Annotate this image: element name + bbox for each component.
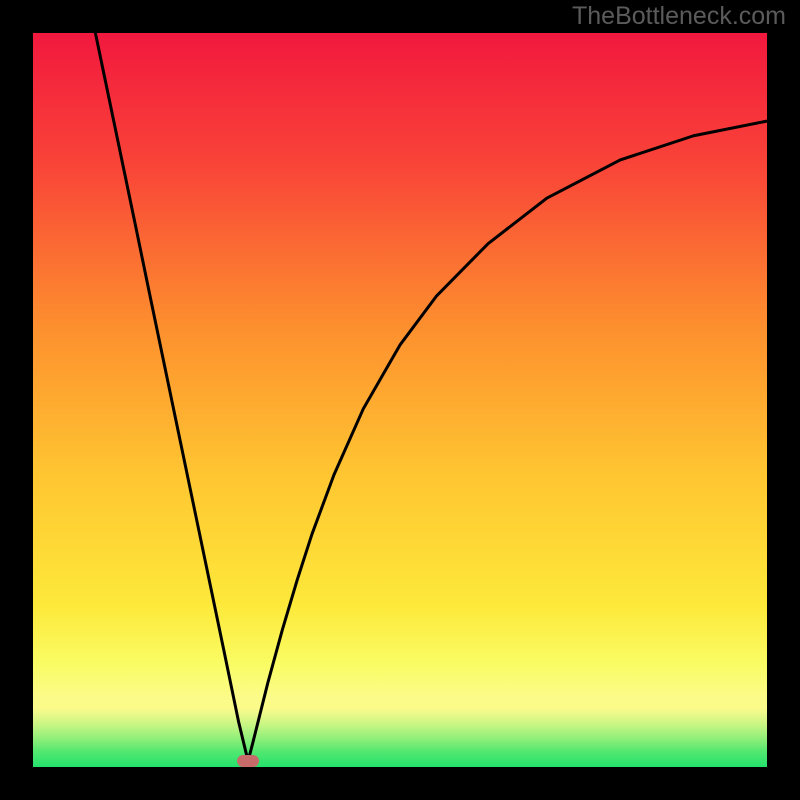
chart-frame: TheBottleneck.com — [0, 0, 800, 800]
bottleneck-curve — [33, 33, 767, 767]
minimum-marker — [237, 755, 259, 767]
plot-area — [33, 33, 767, 767]
watermark-text: TheBottleneck.com — [572, 2, 786, 31]
